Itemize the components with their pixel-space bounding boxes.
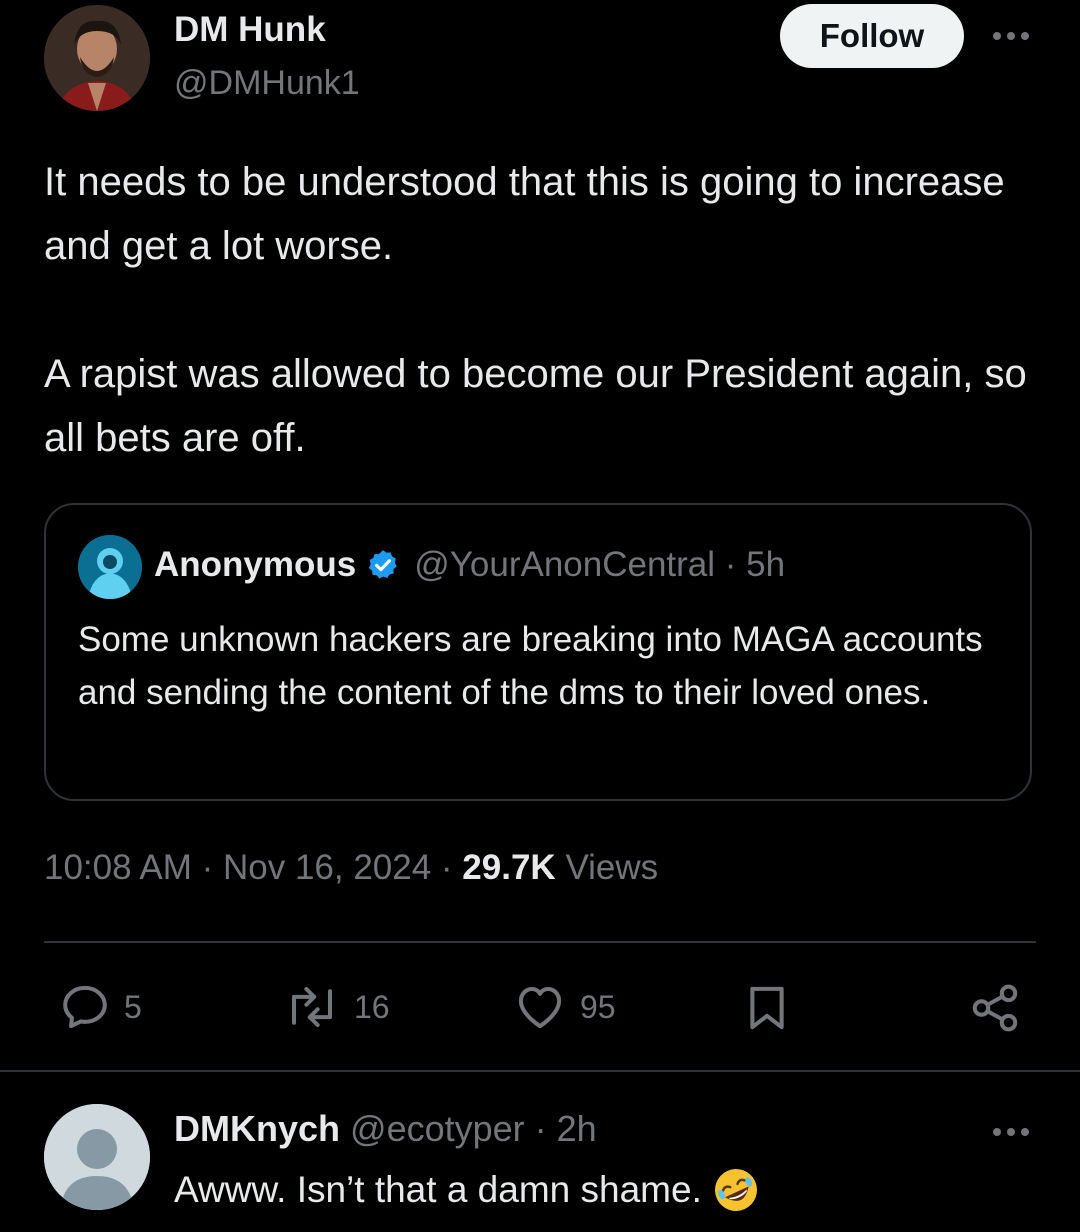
like-icon <box>518 986 562 1029</box>
divider <box>44 941 1036 943</box>
quoted-tweet-card[interactable]: Anonymous @YourAnonCentral · 5h Some unk… <box>44 503 1032 801</box>
share-button[interactable] <box>968 980 1022 1036</box>
reply-text-row: Awww. Isn’t that a damn shame. <box>174 1166 760 1214</box>
reply-handle-time[interactable]: @ecotyper · 2h <box>350 1108 597 1149</box>
tweet-text: It needs to be understood that this is g… <box>44 150 1034 470</box>
divider <box>0 1070 1080 1072</box>
repost-icon <box>291 986 333 1028</box>
reply-count: 5 <box>124 988 142 1025</box>
author-handle[interactable]: @DMHunk1 <box>174 64 360 103</box>
reply-author-name[interactable]: DMKnych <box>174 1108 340 1149</box>
share-icon <box>972 984 1018 1032</box>
quoted-handle-time[interactable]: @YourAnonCentral · 5h <box>414 545 785 585</box>
quoted-text: Some unknown hackers are breaking into M… <box>78 620 983 712</box>
timestamp[interactable]: 10:08 AM · Nov 16, 2024 · <box>44 848 462 887</box>
author-name[interactable]: DM Hunk <box>174 10 326 50</box>
bookmark-icon <box>750 986 784 1030</box>
repost-button[interactable]: 16 <box>282 980 390 1034</box>
follow-button[interactable]: Follow <box>780 4 964 68</box>
like-count: 95 <box>580 988 616 1025</box>
views-label: Views <box>565 848 659 887</box>
repost-count: 16 <box>354 988 390 1025</box>
rolling-laughing-emoji <box>712 1166 760 1214</box>
reply-button[interactable]: 5 <box>58 980 142 1034</box>
reply-text: Awww. Isn’t that a damn shame. <box>174 1169 702 1210</box>
like-button[interactable]: 95 <box>512 980 616 1034</box>
bookmark-button[interactable] <box>740 980 794 1036</box>
more-icon[interactable] <box>993 32 1029 40</box>
quoted-header: Anonymous @YourAnonCentral · 5h <box>154 545 785 585</box>
reply-header: DMKnych @ecotyper · 2h <box>174 1108 597 1150</box>
tweet-meta: 10:08 AM · Nov 16, 2024 · 29.7K Views <box>44 848 658 888</box>
author-avatar[interactable] <box>44 5 150 111</box>
reply-icon <box>63 985 107 1029</box>
quoted-author-avatar[interactable] <box>78 535 142 599</box>
tweet-paragraph: A rapist was allowed to become our Presi… <box>44 352 1027 460</box>
views-count: 29.7K <box>462 848 556 887</box>
more-icon[interactable] <box>993 1128 1029 1136</box>
verified-icon <box>366 548 400 582</box>
reply-author-avatar[interactable] <box>44 1104 150 1210</box>
tweet-paragraph: It needs to be understood that this is g… <box>44 160 1005 268</box>
quoted-author-name[interactable]: Anonymous <box>154 545 356 585</box>
